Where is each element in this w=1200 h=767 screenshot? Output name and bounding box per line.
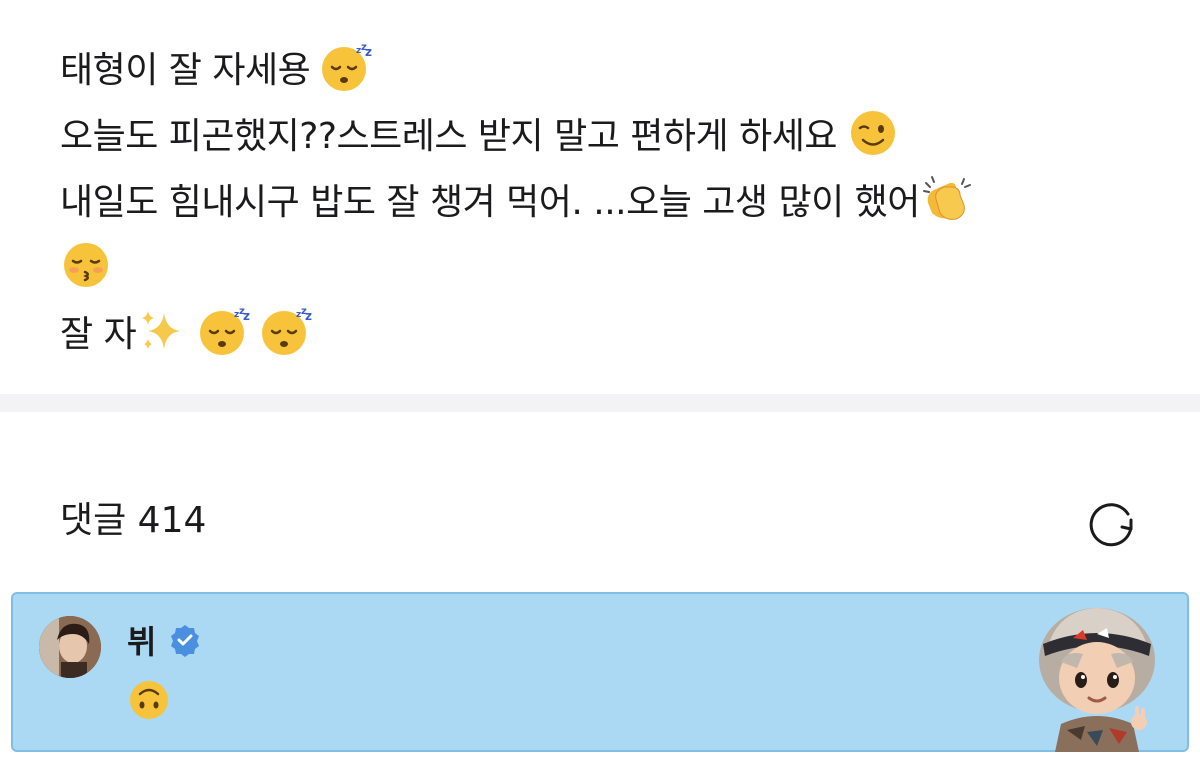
post-line-5: 잘 자 z z z z z z — [60, 302, 1160, 368]
comment-author-row: 뷔 — [127, 617, 202, 663]
kissing-face-closed-eyes-icon — [60, 239, 112, 291]
post-line-1-text: 태형이 잘 자세용 — [60, 50, 311, 91]
winking-face-icon — [847, 107, 899, 159]
svg-text:z: z — [243, 309, 250, 323]
svg-text:z: z — [305, 309, 312, 323]
sparkles-icon — [136, 305, 188, 357]
comment-author-name[interactable]: 뷔 — [127, 617, 156, 663]
sleeping-face-icon: z z z — [320, 41, 372, 93]
post-line-1: 태형이 잘 자세용 z z z — [60, 38, 1160, 104]
post-line-5-text: 잘 자 — [60, 314, 137, 355]
post-line-3: 내일도 힘내시구 밥도 잘 챙겨 먹어. ...오늘 고생 많이 했어 — [60, 170, 1160, 236]
post-line-4 — [60, 236, 1160, 302]
section-divider — [0, 394, 1200, 412]
post-line-2: 오늘도 피곤했지??스트레스 받지 말고 편하게 하세요 — [60, 104, 1160, 170]
sleeping-face-icon: z z z — [198, 305, 250, 357]
comment-count: 댓글 414 — [60, 500, 207, 541]
refresh-icon[interactable] — [1084, 496, 1140, 550]
comments-header: 댓글 414 — [60, 496, 1140, 547]
highlighted-comment[interactable]: 뷔 — [11, 592, 1189, 752]
sleeping-face-icon: z z z — [260, 305, 312, 357]
upside-down-face-icon — [127, 678, 171, 722]
post-body: 태형이 잘 자세용 z z z 오늘도 피곤했지??스트레스 받지 말고 편하게… — [60, 38, 1160, 368]
character-sticker — [1027, 600, 1167, 752]
verified-badge-icon — [171, 625, 200, 657]
post-line-3-text: 내일도 힘내시구 밥도 잘 챙겨 먹어. ...오늘 고생 많이 했어 — [60, 182, 920, 223]
avatar[interactable] — [39, 616, 101, 678]
svg-text:z: z — [365, 45, 372, 59]
post-line-2-text: 오늘도 피곤했지??스트레스 받지 말고 편하게 하세요 — [60, 116, 837, 157]
clapping-hands-icon — [920, 173, 972, 225]
